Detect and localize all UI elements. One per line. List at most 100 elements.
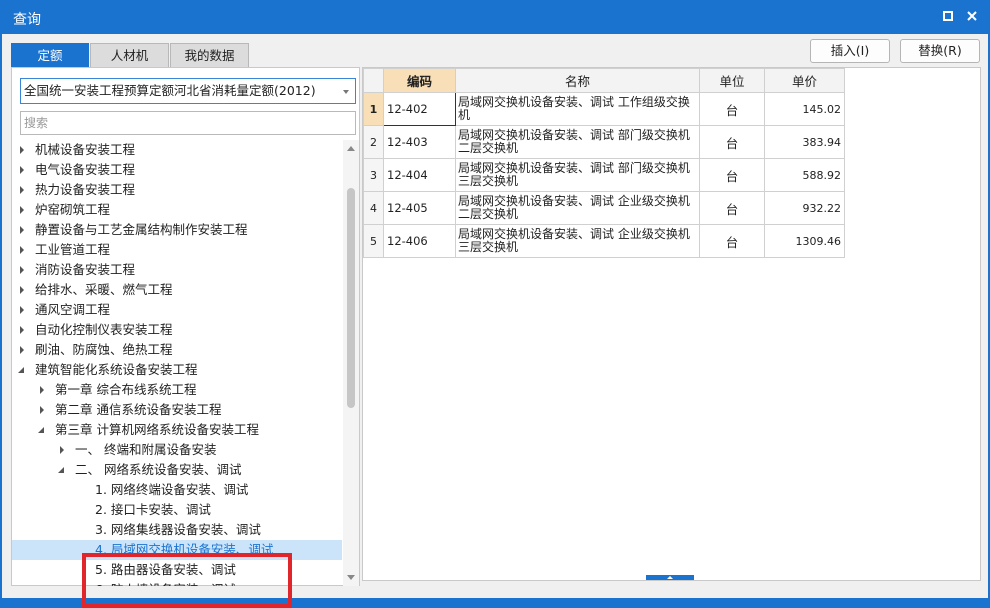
caret-down-icon[interactable] (57, 460, 67, 480)
scrollbar-thumb[interactable] (347, 188, 355, 408)
tree-node[interactable]: 电气设备安装工程 (12, 160, 342, 180)
code-cell[interactable]: 12-405 (383, 191, 456, 225)
tree-node[interactable]: 二、 网络系统设备安装、调试 (12, 460, 342, 480)
tree-node[interactable]: 给排水、采暖、燃气工程 (12, 280, 342, 300)
tree-node[interactable]: 3. 网络集线器设备安装、调试 (12, 520, 342, 540)
row-index: 4 (363, 191, 384, 225)
tree-node[interactable]: 1. 网络终端设备安装、调试 (12, 480, 342, 500)
tree-node[interactable]: 2. 接口卡安装、调试 (12, 500, 342, 520)
table-row[interactable]: 5 12-406 局域网交换机设备安装、调试 企业级交换机三层交换机台 1309.46 (363, 224, 845, 258)
tab-quota[interactable]: 定额 (11, 43, 89, 67)
caret-right-icon[interactable] (17, 200, 27, 220)
name-cell[interactable]: 局域网交换机设备安装、调试 工作组级交换机 (455, 92, 700, 126)
tree-node[interactable]: 一、 终端和附属设备安装 (12, 440, 342, 460)
name-cell[interactable]: 局域网交换机设备安装、调试 部门级交换机二层交换机 (455, 125, 700, 159)
tree-node[interactable]: 炉窑砌筑工程 (12, 200, 342, 220)
replace-button[interactable]: 替换(R) (900, 39, 980, 63)
search-input[interactable] (20, 111, 356, 135)
tree-node-label: 静置设备与工艺金属结构制作安装工程 (35, 222, 248, 237)
caret-right-icon[interactable] (17, 340, 27, 360)
tree-node[interactable]: 6. 防火墙设备安装、调试 (12, 580, 342, 586)
header-name[interactable]: 名称 (455, 68, 700, 93)
tree-scrollbar[interactable] (343, 140, 359, 586)
price-cell[interactable]: 588.92 (764, 158, 845, 192)
table-row[interactable]: 2 12-403 局域网交换机设备安装、调试 部门级交换机二层交换机台 383.94 (363, 125, 845, 159)
code-cell[interactable]: 12-402 (383, 92, 456, 126)
dialog-body: 定额 人材机 我的数据 插入(I) 替换(R) 全国统一安装工程预算定额河北省消… (2, 34, 988, 608)
caret-right-icon[interactable] (17, 180, 27, 200)
tree-node[interactable]: 建筑智能化系统设备安装工程 (12, 360, 342, 380)
caret-right-icon[interactable] (17, 160, 27, 180)
unit-cell[interactable]: 台 (699, 158, 765, 192)
tree-node[interactable]: 静置设备与工艺金属结构制作安装工程 (12, 220, 342, 240)
caret-right-icon[interactable] (57, 440, 67, 460)
tree-node-label: 通风空调工程 (35, 302, 111, 317)
price-cell[interactable]: 1309.46 (764, 224, 845, 258)
row-index: 2 (363, 125, 384, 159)
close-icon[interactable] (964, 8, 980, 24)
tree-node[interactable]: 热力设备安装工程 (12, 180, 342, 200)
header-code[interactable]: 编码 (383, 68, 456, 93)
table-header-row: 编码 名称 单位 单价 (363, 68, 845, 93)
name-cell[interactable]: 局域网交换机设备安装、调试 企业级交换机二层交换机 (455, 191, 700, 225)
tree-node[interactable]: 第二章 通信系统设备安装工程 (12, 400, 342, 420)
caret-right-icon[interactable] (17, 260, 27, 280)
scroll-down-icon[interactable] (347, 575, 355, 580)
caret-right-icon[interactable] (17, 140, 27, 160)
table-row[interactable]: 1 12-402 局域网交换机设备安装、调试 工作组级交换机台 145.02 (363, 92, 845, 126)
tree-node[interactable]: 通风空调工程 (12, 300, 342, 320)
name-cell[interactable]: 局域网交换机设备安装、调试 部门级交换机三层交换机 (455, 158, 700, 192)
tree-node[interactable]: 第一章 综合布线系统工程 (12, 380, 342, 400)
quota-library-select[interactable]: 全国统一安装工程预算定额河北省消耗量定额(2012) (20, 78, 356, 104)
tree-node[interactable]: 机械设备安装工程 (12, 140, 342, 160)
header-price[interactable]: 单价 (764, 68, 845, 93)
row-index: 1 (363, 92, 384, 126)
unit-cell[interactable]: 台 (699, 92, 765, 126)
tree-node[interactable]: 5. 路由器设备安装、调试 (12, 560, 342, 580)
caret-right-icon[interactable] (37, 400, 47, 420)
tab-labor-material-machine[interactable]: 人材机 (90, 43, 169, 67)
unit-cell[interactable]: 台 (699, 191, 765, 225)
header-unit[interactable]: 单位 (699, 68, 765, 93)
code-cell[interactable]: 12-403 (383, 125, 456, 159)
tree-node[interactable]: 第三章 计算机网络系统设备安装工程 (12, 420, 342, 440)
tree-node-label: 自动化控制仪表安装工程 (35, 322, 173, 337)
tree-node[interactable]: 自动化控制仪表安装工程 (12, 320, 342, 340)
caret-right-icon[interactable] (17, 280, 27, 300)
price-cell[interactable]: 383.94 (764, 125, 845, 159)
title-bar[interactable]: 查询 (0, 0, 990, 34)
caret-down-icon[interactable] (37, 420, 47, 440)
tree-node-label: 给排水、采暖、燃气工程 (35, 282, 173, 297)
caret-right-icon[interactable] (17, 320, 27, 340)
tree-node[interactable]: 刷油、防腐蚀、绝热工程 (12, 340, 342, 360)
unit-cell[interactable]: 台 (699, 224, 765, 258)
name-cell[interactable]: 局域网交换机设备安装、调试 企业级交换机三层交换机 (455, 224, 700, 258)
tree-node-label: 二、 网络系统设备安装、调试 (75, 462, 242, 477)
chevron-up-icon[interactable] (667, 576, 673, 579)
tree-node-label: 工业管道工程 (35, 242, 111, 257)
table-row[interactable]: 4 12-405 局域网交换机设备安装、调试 企业级交换机二层交换机台 932.22 (363, 191, 845, 225)
tree-node[interactable]: 工业管道工程 (12, 240, 342, 260)
caret-right-icon[interactable] (17, 300, 27, 320)
caret-right-icon[interactable] (17, 240, 27, 260)
unit-cell[interactable]: 台 (699, 125, 765, 159)
tree-node-label: 第三章 计算机网络系统设备安装工程 (55, 422, 259, 437)
tree-node[interactable]: 消防设备安装工程 (12, 260, 342, 280)
tab-my-data[interactable]: 我的数据 (170, 43, 249, 67)
code-cell[interactable]: 12-404 (383, 158, 456, 192)
insert-button[interactable]: 插入(I) (810, 39, 890, 63)
caret-right-icon[interactable] (37, 380, 47, 400)
price-cell[interactable]: 145.02 (764, 92, 845, 126)
code-cell[interactable]: 12-406 (383, 224, 456, 258)
price-cell[interactable]: 932.22 (764, 191, 845, 225)
caret-right-icon[interactable] (17, 220, 27, 240)
row-index: 3 (363, 158, 384, 192)
maximize-icon[interactable] (940, 8, 956, 24)
caret-down-icon[interactable] (17, 360, 27, 380)
panel-splitter[interactable] (646, 575, 694, 580)
tree-node[interactable]: 4. 局域网交换机设备安装、调试 (12, 540, 342, 560)
scroll-up-icon[interactable] (347, 146, 355, 151)
tree-node-label: 第二章 通信系统设备安装工程 (55, 402, 222, 417)
table-row[interactable]: 3 12-404 局域网交换机设备安装、调试 部门级交换机三层交换机台 588.92 (363, 158, 845, 192)
chevron-down-icon[interactable] (343, 90, 349, 94)
